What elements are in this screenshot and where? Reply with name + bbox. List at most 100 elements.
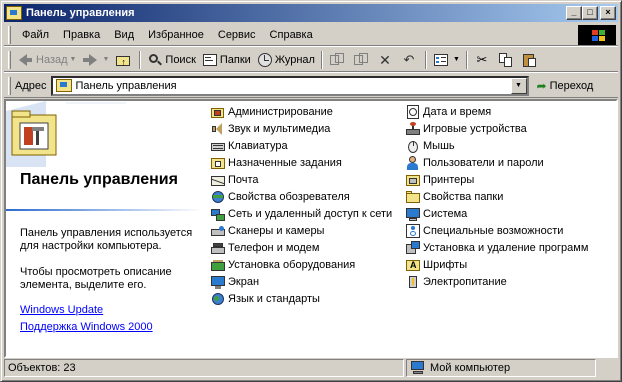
copy-to-button[interactable]	[350, 49, 374, 71]
toolbar-separator	[465, 50, 468, 69]
copy-button[interactable]	[495, 49, 519, 71]
applet-keyboard[interactable]: Клавиатура	[210, 137, 392, 154]
views-button[interactable]: ▼	[430, 49, 463, 71]
address-field[interactable]: Панель управления ▼	[50, 75, 529, 96]
forward-button[interactable]: ▼	[79, 49, 112, 71]
applet-scanners-cameras[interactable]: Сканеры и камеры	[210, 222, 392, 239]
address-bar: Адрес Панель управления ▼ ➦ Переход	[4, 74, 618, 98]
move-to-button[interactable]	[326, 49, 350, 71]
applet-power-options[interactable]: Электропитание	[405, 273, 588, 290]
toolbar-grip[interactable]	[8, 50, 11, 69]
back-dropdown-icon[interactable]: ▼	[70, 56, 77, 63]
go-arrow-icon: ➦	[536, 78, 547, 93]
address-dropdown-button[interactable]: ▼	[510, 77, 527, 94]
toolbar-separator	[320, 50, 323, 69]
applet-mail[interactable]: Почта	[210, 171, 392, 188]
mouse-icon	[405, 138, 421, 154]
views-icon	[433, 52, 449, 68]
menu-edit[interactable]: Правка	[56, 26, 107, 44]
menu-bar: Файл Правка Вид Избранное Сервис Справка	[4, 24, 618, 46]
paste-icon	[522, 52, 538, 68]
applet-label: Игровые устройства	[423, 122, 527, 135]
undo-icon: ↶	[403, 51, 415, 67]
game-controller-icon	[405, 121, 421, 137]
applet-system[interactable]: Система	[405, 205, 588, 222]
back-arrow-icon	[18, 52, 34, 68]
applet-add-hardware[interactable]: Установка оборудования	[210, 256, 392, 273]
window-title: Панель управления	[26, 7, 135, 19]
minimize-button[interactable]: _	[566, 6, 582, 20]
title-bar[interactable]: Панель управления _ □ ×	[4, 4, 618, 22]
folders-button[interactable]: Папки	[199, 49, 254, 71]
close-button[interactable]: ×	[600, 6, 616, 20]
copy-to-icon	[353, 52, 369, 68]
applet-administrative-tools[interactable]: Администрирование	[210, 103, 392, 120]
applet-add-remove-programs[interactable]: Установка и удаление программ	[405, 239, 588, 256]
up-button[interactable]: ↑	[112, 49, 136, 71]
applet-label: Язык и стандарты	[228, 292, 320, 305]
panel-title: Панель управления	[20, 171, 178, 188]
folder-options-icon	[405, 189, 421, 205]
applet-network[interactable]: Сеть и удаленный доступ к сети	[210, 205, 392, 222]
search-icon	[147, 52, 163, 68]
history-button[interactable]: Журнал	[254, 49, 318, 71]
address-value: Панель управления	[75, 79, 177, 92]
menu-grip[interactable]	[8, 25, 11, 44]
toolbar-separator	[424, 50, 427, 69]
applet-label: Экран	[228, 275, 260, 288]
forward-dropdown-icon[interactable]: ▼	[102, 56, 109, 63]
menu-favorites[interactable]: Избранное	[141, 26, 211, 44]
applet-fonts[interactable]: A Шрифты	[405, 256, 588, 273]
applet-scheduled-tasks[interactable]: Назначенные задания	[210, 154, 392, 171]
go-button[interactable]: ➦ Переход	[537, 79, 594, 93]
applet-label: Свойства обозревателя	[228, 190, 350, 203]
printer-icon	[405, 172, 421, 188]
applet-label: Система	[423, 207, 468, 220]
location-text: Мой компьютер	[430, 362, 511, 374]
sound-icon	[210, 121, 226, 137]
applet-label: Принтеры	[423, 173, 475, 186]
applet-game-controllers[interactable]: Игровые устройства	[405, 120, 588, 137]
undo-button[interactable]: ↶	[398, 49, 422, 71]
applet-accessibility[interactable]: Специальные возможности	[405, 222, 588, 239]
applet-label: Клавиатура	[228, 139, 288, 152]
paste-button[interactable]	[519, 49, 543, 71]
applet-folder-options[interactable]: Свойства папки	[405, 188, 588, 205]
folders-label: Папки	[219, 53, 251, 66]
control-panel-window: Панель управления _ □ × Файл Правка Вид …	[0, 0, 622, 382]
back-label: Назад	[36, 53, 68, 66]
copy-icon	[498, 52, 514, 68]
applet-printers[interactable]: Принтеры	[405, 171, 588, 188]
menu-help[interactable]: Справка	[263, 26, 320, 44]
maximize-button[interactable]: □	[582, 6, 598, 20]
go-label: Переход	[549, 79, 594, 92]
applet-regional-options[interactable]: Язык и стандарты	[210, 290, 392, 307]
applet-sounds[interactable]: Звук и мультимедиа	[210, 120, 392, 137]
cut-button[interactable]: ✂	[471, 49, 495, 71]
applet-date-time[interactable]: Дата и время	[405, 103, 588, 120]
fonts-icon: A	[405, 257, 421, 273]
status-zone: Мой компьютер	[406, 359, 596, 377]
applet-internet-options[interactable]: Свойства обозревателя	[210, 188, 392, 205]
delete-icon: ✕	[379, 51, 391, 68]
applet-display[interactable]: Экран	[210, 273, 392, 290]
display-icon	[210, 274, 226, 290]
delete-button[interactable]: ✕	[374, 49, 398, 71]
menu-file[interactable]: Файл	[15, 26, 56, 44]
menu-tools[interactable]: Сервис	[211, 26, 263, 44]
mail-icon	[210, 172, 226, 188]
control-panel-icon	[6, 6, 22, 20]
webview-panel: Панель управления Панель управления испо…	[6, 101, 204, 356]
search-button[interactable]: Поиск	[144, 49, 198, 71]
windows-update-link[interactable]: Windows Update	[20, 304, 103, 316]
scanner-icon	[210, 223, 226, 239]
views-dropdown-icon[interactable]: ▼	[453, 56, 460, 63]
address-grip[interactable]	[8, 76, 11, 95]
windows-support-link[interactable]: Поддержка Windows 2000	[20, 321, 153, 333]
applet-mouse[interactable]: Мышь	[405, 137, 588, 154]
menu-view[interactable]: Вид	[107, 26, 141, 44]
back-button[interactable]: Назад ▼	[15, 49, 79, 71]
applet-users-passwords[interactable]: Пользователи и пароли	[405, 154, 588, 171]
folder-view: Панель управления Панель управления испо…	[4, 99, 618, 358]
applet-phone-modem[interactable]: Телефон и модем	[210, 239, 392, 256]
